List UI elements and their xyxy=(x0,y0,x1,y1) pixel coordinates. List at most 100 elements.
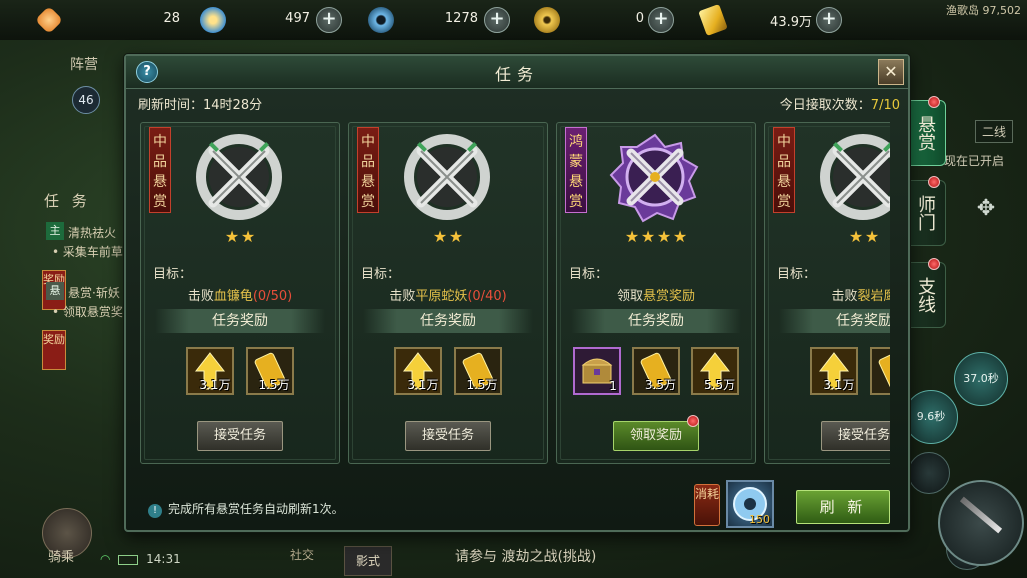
left-hud: 阵营 46 任 务 主 清热祛火 • 采集车前草 奖励 悬 悬赏·斩妖 • 领取… xyxy=(0,40,130,578)
expand-icon[interactable]: ✥ xyxy=(972,196,1000,224)
ticket-reward-slot[interactable]: 1.5万 xyxy=(245,347,294,395)
add-coin-button[interactable]: + xyxy=(648,7,674,33)
reward-count: 5.5万 xyxy=(704,378,736,392)
skill-cooldown-2[interactable]: 9.6秒 xyxy=(904,390,958,444)
tab-bounty-label: 悬赏 xyxy=(915,115,936,151)
target-label: 目标： xyxy=(153,267,193,282)
add-ticket-button[interactable]: + xyxy=(816,7,842,33)
refresh-button[interactable]: 刷 新 xyxy=(796,490,890,524)
sword-icon xyxy=(959,496,1003,534)
grade-banner: 中品悬赏 xyxy=(357,127,379,213)
gold-ticket-icon xyxy=(698,4,728,36)
target-name: 悬赏奖励 xyxy=(643,289,696,304)
reward-title: 任务奖励 xyxy=(363,309,533,333)
gold-swirl-icon xyxy=(200,7,226,33)
reward-title: 任务奖励 xyxy=(571,309,741,333)
exp-reward-slot[interactable]: 5.5万 xyxy=(691,347,740,395)
reward-title: 任务奖励 xyxy=(155,309,325,333)
tab-sideline[interactable]: 支线 xyxy=(904,262,946,328)
star-rating: ★ ★ xyxy=(141,227,339,246)
refresh-time: 刷新时间：14时28分 xyxy=(138,98,263,113)
server-line-button[interactable]: 二线 xyxy=(974,120,1013,143)
attack-button[interactable] xyxy=(938,480,1024,566)
exp-reward-slot[interactable]: 3.1万 xyxy=(810,347,859,395)
quest-line-1[interactable]: 清热祛火 xyxy=(68,224,116,241)
star-icon: ★ xyxy=(224,227,240,246)
grade-banner: 中品悬赏 xyxy=(773,127,795,213)
daily-accept-count: 今日接取次数：7/10 xyxy=(780,94,900,113)
coin-amount: 0 xyxy=(635,11,644,26)
dialog-title: 任务 xyxy=(494,65,539,84)
bounty-card: 中品悬赏 ★ ★ 目标： 击败平原蛇妖(0/40) 任务奖励 3.1万 1.5万… xyxy=(348,122,548,464)
task-tracker-tab[interactable]: 任 务 xyxy=(44,190,91,211)
quest-line-2[interactable]: • 采集车前草 xyxy=(52,243,123,260)
quest-reward-tag-2[interactable]: 奖励 xyxy=(42,330,66,370)
battery-icon xyxy=(118,554,139,565)
sect-notification-dot xyxy=(928,176,940,188)
close-button[interactable]: ✕ xyxy=(878,59,904,85)
ticket-reward-slot[interactable]: 1.5万 xyxy=(453,347,502,395)
quest-line-4[interactable]: • 领取悬赏奖 xyxy=(52,303,123,320)
auto-refresh-note: ! 完成所有悬赏任务自动刷新1次。 xyxy=(148,500,344,518)
add-jade-button[interactable]: + xyxy=(484,7,510,33)
bounty-card: 中品悬赏 ★ ★ 目标： 击败血镰龟(0/50) 任务奖励 3.1万 1.5万 … xyxy=(140,122,340,464)
resource-bar: 28 497 + 1278 + 0 + 43.9万 + 渔歌岛 97,502 xyxy=(0,0,1027,40)
target-label: 目标： xyxy=(777,267,817,282)
quest-line-3[interactable]: 悬赏·斩妖 xyxy=(68,284,120,301)
refresh-cost-count: 150 xyxy=(749,513,770,526)
reward-count: 1 xyxy=(609,379,617,393)
help-button[interactable]: ? xyxy=(136,61,158,83)
grade-banner: 鸿蒙悬赏 xyxy=(565,127,587,213)
bounty-card: 鸿蒙悬赏 ★ ★ ★ ★ 目标： 领取悬赏奖励 任务奖励 1 3.5万 5.5万… xyxy=(556,122,756,464)
skill-cooldown-1[interactable]: 37.0秒 xyxy=(954,352,1008,406)
ticket-reward-slot[interactable] xyxy=(869,347,890,395)
accept-task-button[interactable]: 接受任务 xyxy=(821,421,890,451)
chest-reward-slot[interactable]: 1 xyxy=(572,347,621,395)
bounty-quest-badge: 悬 xyxy=(46,282,64,300)
crystal-amount: 28 xyxy=(163,11,180,26)
add-swirl-button[interactable]: + xyxy=(316,7,342,33)
target-objective: 击败血镰龟(0/50) xyxy=(141,285,339,304)
target-label: 目标： xyxy=(361,267,401,282)
grade-banner: 中品悬赏 xyxy=(149,127,171,213)
resource-coin: 0 + xyxy=(534,7,684,33)
star-rating: ★ ★ xyxy=(349,227,547,246)
exp-reward-slot[interactable]: 3.1万 xyxy=(394,347,443,395)
target-progress: (0/50) xyxy=(252,289,293,304)
target-progress: (0/40) xyxy=(467,289,507,304)
bounty-card-list: 中品悬赏 ★ ★ 目标： 击败血镰龟(0/50) 任务奖励 3.1万 1.5万 … xyxy=(140,122,890,464)
resource-jade: 1278 + xyxy=(368,7,518,33)
reward-count: 3.1万 xyxy=(199,378,231,392)
orange-crystal-icon xyxy=(34,5,64,35)
status-bar: ◠ 14:31 xyxy=(100,552,181,566)
clock-time: 14:31 xyxy=(146,552,181,566)
tab-bounty[interactable]: 悬赏 xyxy=(904,100,946,166)
target-name: 血镰龟 xyxy=(213,289,253,304)
accept-task-button[interactable]: 接受任务 xyxy=(197,421,283,451)
shadow-button[interactable]: 影式 xyxy=(344,546,392,576)
ticket-reward-slot[interactable]: 3.5万 xyxy=(632,347,680,395)
reward-items: 1 3.5万 5.5万 xyxy=(557,347,755,395)
accept-task-button[interactable]: 接受任务 xyxy=(405,421,491,451)
exp-reward-slot[interactable]: 3.1万 xyxy=(186,347,235,395)
event-invite-text[interactable]: 请参与 渡劫之战(挑战) xyxy=(455,546,596,566)
mount-label: 骑乘 xyxy=(48,550,75,565)
star-rating: ★ ★ ★ ★ xyxy=(557,227,755,246)
claim-reward-button[interactable]: 领取奖励 xyxy=(613,421,699,451)
player-level: 46 xyxy=(72,86,100,114)
social-button[interactable]: 社交 xyxy=(290,546,314,563)
tab-sect[interactable]: 师门 xyxy=(904,180,946,246)
bounty-task-dialog: 任务 ? ✕ 刷新时间：14时28分 今日接取次数：7/10 中品悬赏 ★ ★ 目… xyxy=(124,54,910,532)
target-name: 裂岩鹰 xyxy=(857,289,891,304)
reward-count: 1.5万 xyxy=(466,378,498,392)
tab-sideline-label: 支线 xyxy=(915,277,936,313)
wifi-icon: ◠ xyxy=(100,552,111,566)
refresh-cost-item[interactable]: 150 xyxy=(726,480,774,528)
star-icon: ★ xyxy=(672,227,688,246)
reward-count: 3.1万 xyxy=(407,378,439,392)
skill-button-1[interactable] xyxy=(908,452,950,494)
reward-items: 3.1万 1.5万 xyxy=(349,347,547,395)
jade-amount: 1278 xyxy=(444,11,478,26)
map-location: 渔歌岛 97,502 xyxy=(946,4,1021,17)
target-action: 领取 xyxy=(616,289,643,304)
